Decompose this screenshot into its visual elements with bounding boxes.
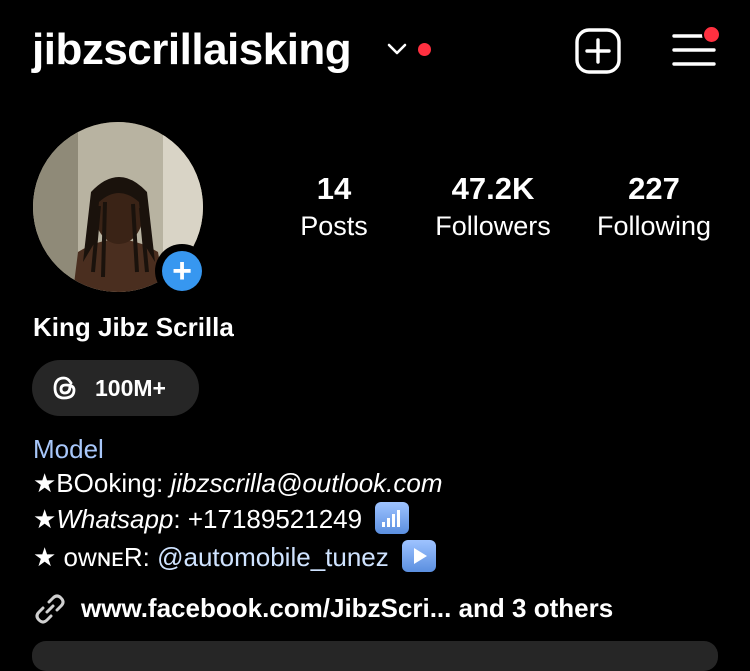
display-name: King Jibz Scrilla — [33, 312, 234, 342]
plus-icon: + — [162, 251, 202, 291]
bio-whatsapp-line: ★Whatsapp: +17189521249 — [33, 502, 410, 537]
play-button-emoji — [402, 540, 436, 573]
profile-link-text[interactable]: www.facebook.com/JibzScri... and 3 other… — [81, 590, 613, 626]
bio-owner-line: ★ ᴏᴡɴᴇR: @automobile_tunez — [33, 540, 436, 575]
posts-stat[interactable]: 14 Posts — [259, 170, 409, 244]
threads-count: 100M+ — [95, 375, 166, 401]
bio-booking-label: ★BOoking: — [33, 468, 171, 498]
bio-whatsapp-label: Whatsapp — [56, 504, 174, 534]
signal-bars-emoji — [375, 502, 410, 535]
following-stat[interactable]: 227 Following — [579, 170, 729, 244]
bio-booking-email: jibzscrilla@outlook.com — [170, 468, 443, 498]
link-icon — [35, 594, 65, 624]
bio-owner-mention[interactable]: @automobile_tunez — [157, 542, 389, 572]
bio-star: ★ — [33, 504, 57, 534]
followers-count: 47.2K — [451, 171, 535, 206]
notification-dot — [418, 43, 431, 56]
plus-square-icon[interactable] — [575, 28, 621, 74]
posts-count: 14 — [316, 171, 352, 206]
menu-notification-dot — [702, 25, 721, 44]
username-switcher[interactable]: jibzscrillaisking — [32, 22, 352, 78]
following-count: 227 — [628, 171, 680, 206]
posts-label: Posts — [300, 211, 368, 241]
followers-stat[interactable]: 47.2K Followers — [418, 170, 568, 244]
chevron-down-icon[interactable] — [386, 40, 408, 58]
add-story-button[interactable]: + — [155, 244, 209, 298]
following-label: Following — [596, 211, 712, 241]
threads-badge[interactable]: 100M+ — [32, 360, 199, 416]
bio-booking-line: ★BOoking: jibzscrilla@outlook.com — [33, 466, 443, 500]
bio-whatsapp-number: : +17189521249 — [173, 504, 363, 534]
threads-icon — [53, 376, 76, 400]
bio-owner-label: ★ ᴏᴡɴᴇR: — [33, 542, 158, 572]
followers-label: Followers — [435, 211, 551, 241]
edit-profile-button[interactable] — [32, 641, 718, 671]
bio-category: Model — [33, 434, 104, 464]
